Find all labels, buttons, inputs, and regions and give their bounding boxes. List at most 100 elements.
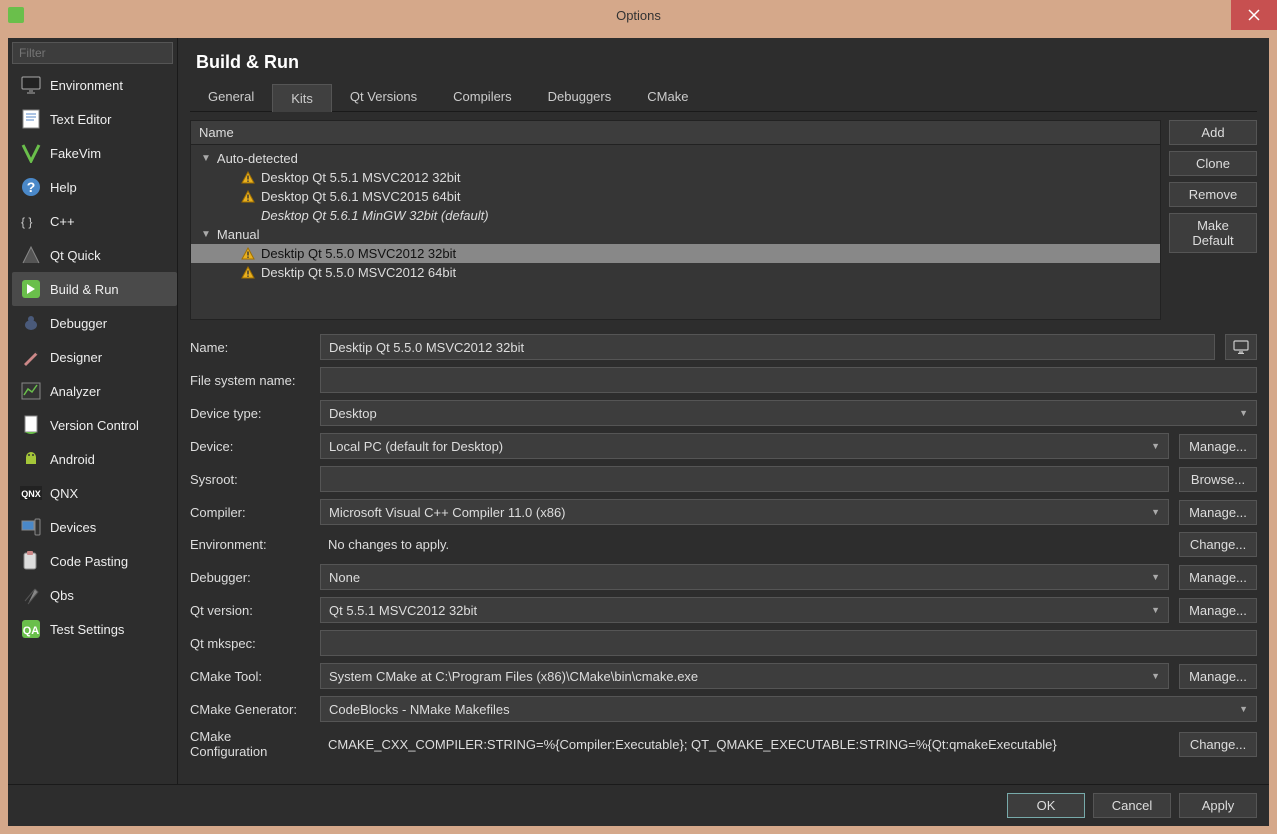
svg-text:?: ? xyxy=(27,179,36,195)
cmaketool-manage-button[interactable]: Manage... xyxy=(1179,664,1257,689)
sidebar-item-c-[interactable]: { } C++ xyxy=(12,204,177,238)
close-button[interactable] xyxy=(1231,0,1277,30)
cpp-icon: { } xyxy=(20,210,42,232)
sidebar-item-label: Version Control xyxy=(50,418,139,433)
chevron-down-icon: ▼ xyxy=(201,153,211,164)
tree-item[interactable]: Desktop Qt 5.6.1 MinGW 32bit (default) xyxy=(191,206,1160,225)
remove-button[interactable]: Remove xyxy=(1169,182,1257,207)
kits-tree[interactable]: Name ▼Auto-detectedDesktop Qt 5.5.1 MSVC… xyxy=(190,120,1161,320)
device-manage-button[interactable]: Manage... xyxy=(1179,434,1257,459)
sidebar-item-devices[interactable]: Devices xyxy=(12,510,177,544)
kit-icon-button[interactable] xyxy=(1225,334,1257,360)
sidebar-item-fakevim[interactable]: FakeVim xyxy=(12,136,177,170)
compiler-label: Compiler: xyxy=(190,505,310,520)
cancel-button[interactable]: Cancel xyxy=(1093,793,1171,818)
tree-item[interactable]: Desktop Qt 5.6.1 MSVC2015 64bit xyxy=(191,187,1160,206)
settings-pane: Build & Run GeneralKitsQt VersionsCompil… xyxy=(178,38,1269,784)
tree-item[interactable]: Desktop Qt 5.5.1 MSVC2012 32bit xyxy=(191,168,1160,187)
sidebar-item-label: Environment xyxy=(50,78,123,93)
close-icon xyxy=(1248,9,1260,21)
qtver-manage-button[interactable]: Manage... xyxy=(1179,598,1257,623)
tab-qt-versions[interactable]: Qt Versions xyxy=(332,83,435,111)
sidebar-item-debugger[interactable]: Debugger xyxy=(12,306,177,340)
compiler-manage-button[interactable]: Manage... xyxy=(1179,500,1257,525)
sidebar-item-label: Help xyxy=(50,180,77,195)
name-field[interactable] xyxy=(320,334,1215,360)
sidebar-item-text-editor[interactable]: Text Editor xyxy=(12,102,177,136)
devtype-value: Desktop xyxy=(329,406,377,421)
tab-cmake[interactable]: CMake xyxy=(629,83,706,111)
tree-item-label: Desktop Qt 5.6.1 MSVC2015 64bit xyxy=(261,189,460,204)
svg-text:QNX: QNX xyxy=(21,489,41,499)
sidebar-item-analyzer[interactable]: Analyzer xyxy=(12,374,177,408)
device-label: Device: xyxy=(190,439,310,454)
tab-bar: GeneralKitsQt VersionsCompilersDebuggers… xyxy=(190,83,1257,112)
env-value: No changes to apply. xyxy=(320,533,1169,556)
filter-input[interactable] xyxy=(12,42,173,64)
cmakegen-value: CodeBlocks - NMake Makefiles xyxy=(329,702,510,717)
qtver-select[interactable]: Qt 5.5.1 MSVC2012 32bit ▼ xyxy=(320,597,1169,623)
qbs-icon xyxy=(20,584,42,606)
devtype-label: Device type: xyxy=(190,406,310,421)
sidebar-item-code-pasting[interactable]: Code Pasting xyxy=(12,544,177,578)
sidebar-item-label: Qbs xyxy=(50,588,74,603)
mkspec-field[interactable] xyxy=(320,630,1257,656)
make-default-button[interactable]: Make Default xyxy=(1169,213,1257,253)
debugger-value: None xyxy=(329,570,360,585)
ok-button[interactable]: OK xyxy=(1007,793,1085,818)
tree-item[interactable]: Desktip Qt 5.5.0 MSVC2012 32bit xyxy=(191,244,1160,263)
tree-item-label: Desktip Qt 5.5.0 MSVC2012 64bit xyxy=(261,265,456,280)
fakevim-icon xyxy=(20,142,42,164)
sidebar-item-test-settings[interactable]: QATest Settings xyxy=(12,612,177,646)
env-change-button[interactable]: Change... xyxy=(1179,532,1257,557)
device-select[interactable]: Local PC (default for Desktop) ▼ xyxy=(320,433,1169,459)
compiler-value: Microsoft Visual C++ Compiler 11.0 (x86) xyxy=(329,505,566,520)
tab-kits[interactable]: Kits xyxy=(272,84,332,112)
monitor-icon xyxy=(1233,340,1249,354)
tab-debuggers[interactable]: Debuggers xyxy=(530,83,630,111)
sysroot-browse-button[interactable]: Browse... xyxy=(1179,467,1257,492)
sidebar-item-qt-quick[interactable]: Qt Quick xyxy=(12,238,177,272)
sysroot-label: Sysroot: xyxy=(190,472,310,487)
sidebar-item-version-control[interactable]: Version Control xyxy=(12,408,177,442)
qtver-label: Qt version: xyxy=(190,603,310,618)
tree-item[interactable]: Desktip Qt 5.5.0 MSVC2012 64bit xyxy=(191,263,1160,282)
fsname-field[interactable] xyxy=(320,367,1257,393)
analyzer-icon xyxy=(20,380,42,402)
tree-group[interactable]: ▼Manual xyxy=(191,225,1160,244)
cmakegen-select[interactable]: CodeBlocks - NMake Makefiles ▼ xyxy=(320,696,1257,722)
tab-general[interactable]: General xyxy=(190,83,272,111)
sidebar-item-qnx[interactable]: QNX QNX xyxy=(12,476,177,510)
tree-header-name[interactable]: Name xyxy=(191,121,1160,145)
sysroot-field[interactable] xyxy=(320,466,1169,492)
apply-button[interactable]: Apply xyxy=(1179,793,1257,818)
cmakecfg-change-button[interactable]: Change... xyxy=(1179,732,1257,757)
sidebar-item-label: C++ xyxy=(50,214,75,229)
sidebar-item-designer[interactable]: Designer xyxy=(12,340,177,374)
cmaketool-select[interactable]: System CMake at C:\Program Files (x86)\C… xyxy=(320,663,1169,689)
mkspec-label: Qt mkspec: xyxy=(190,636,310,651)
tree-group[interactable]: ▼Auto-detected xyxy=(191,149,1160,168)
devtype-select[interactable]: Desktop ▼ xyxy=(320,400,1257,426)
kit-form: Name: File system name: Device type: xyxy=(190,334,1257,759)
help-icon: ? xyxy=(20,176,42,198)
sidebar-item-qbs[interactable]: Qbs xyxy=(12,578,177,612)
debugger-select[interactable]: None ▼ xyxy=(320,564,1169,590)
compiler-select[interactable]: Microsoft Visual C++ Compiler 11.0 (x86)… xyxy=(320,499,1169,525)
sidebar-item-android[interactable]: Android xyxy=(12,442,177,476)
sidebar-item-label: Debugger xyxy=(50,316,107,331)
sidebar-item-help[interactable]: ? Help xyxy=(12,170,177,204)
test-icon: QA xyxy=(20,618,42,640)
sidebar-item-environment[interactable]: Environment xyxy=(12,68,177,102)
debugger-manage-button[interactable]: Manage... xyxy=(1179,565,1257,590)
qtver-value: Qt 5.5.1 MSVC2012 32bit xyxy=(329,603,477,618)
sidebar-item-label: FakeVim xyxy=(50,146,101,161)
monitor-icon xyxy=(20,74,42,96)
sidebar-item-label: QNX xyxy=(50,486,78,501)
qtquick-icon xyxy=(20,244,42,266)
clone-button[interactable]: Clone xyxy=(1169,151,1257,176)
tab-compilers[interactable]: Compilers xyxy=(435,83,530,111)
sidebar-item-build-run[interactable]: Build & Run xyxy=(12,272,177,306)
svg-text:{ }: { } xyxy=(21,215,32,229)
add-button[interactable]: Add xyxy=(1169,120,1257,145)
